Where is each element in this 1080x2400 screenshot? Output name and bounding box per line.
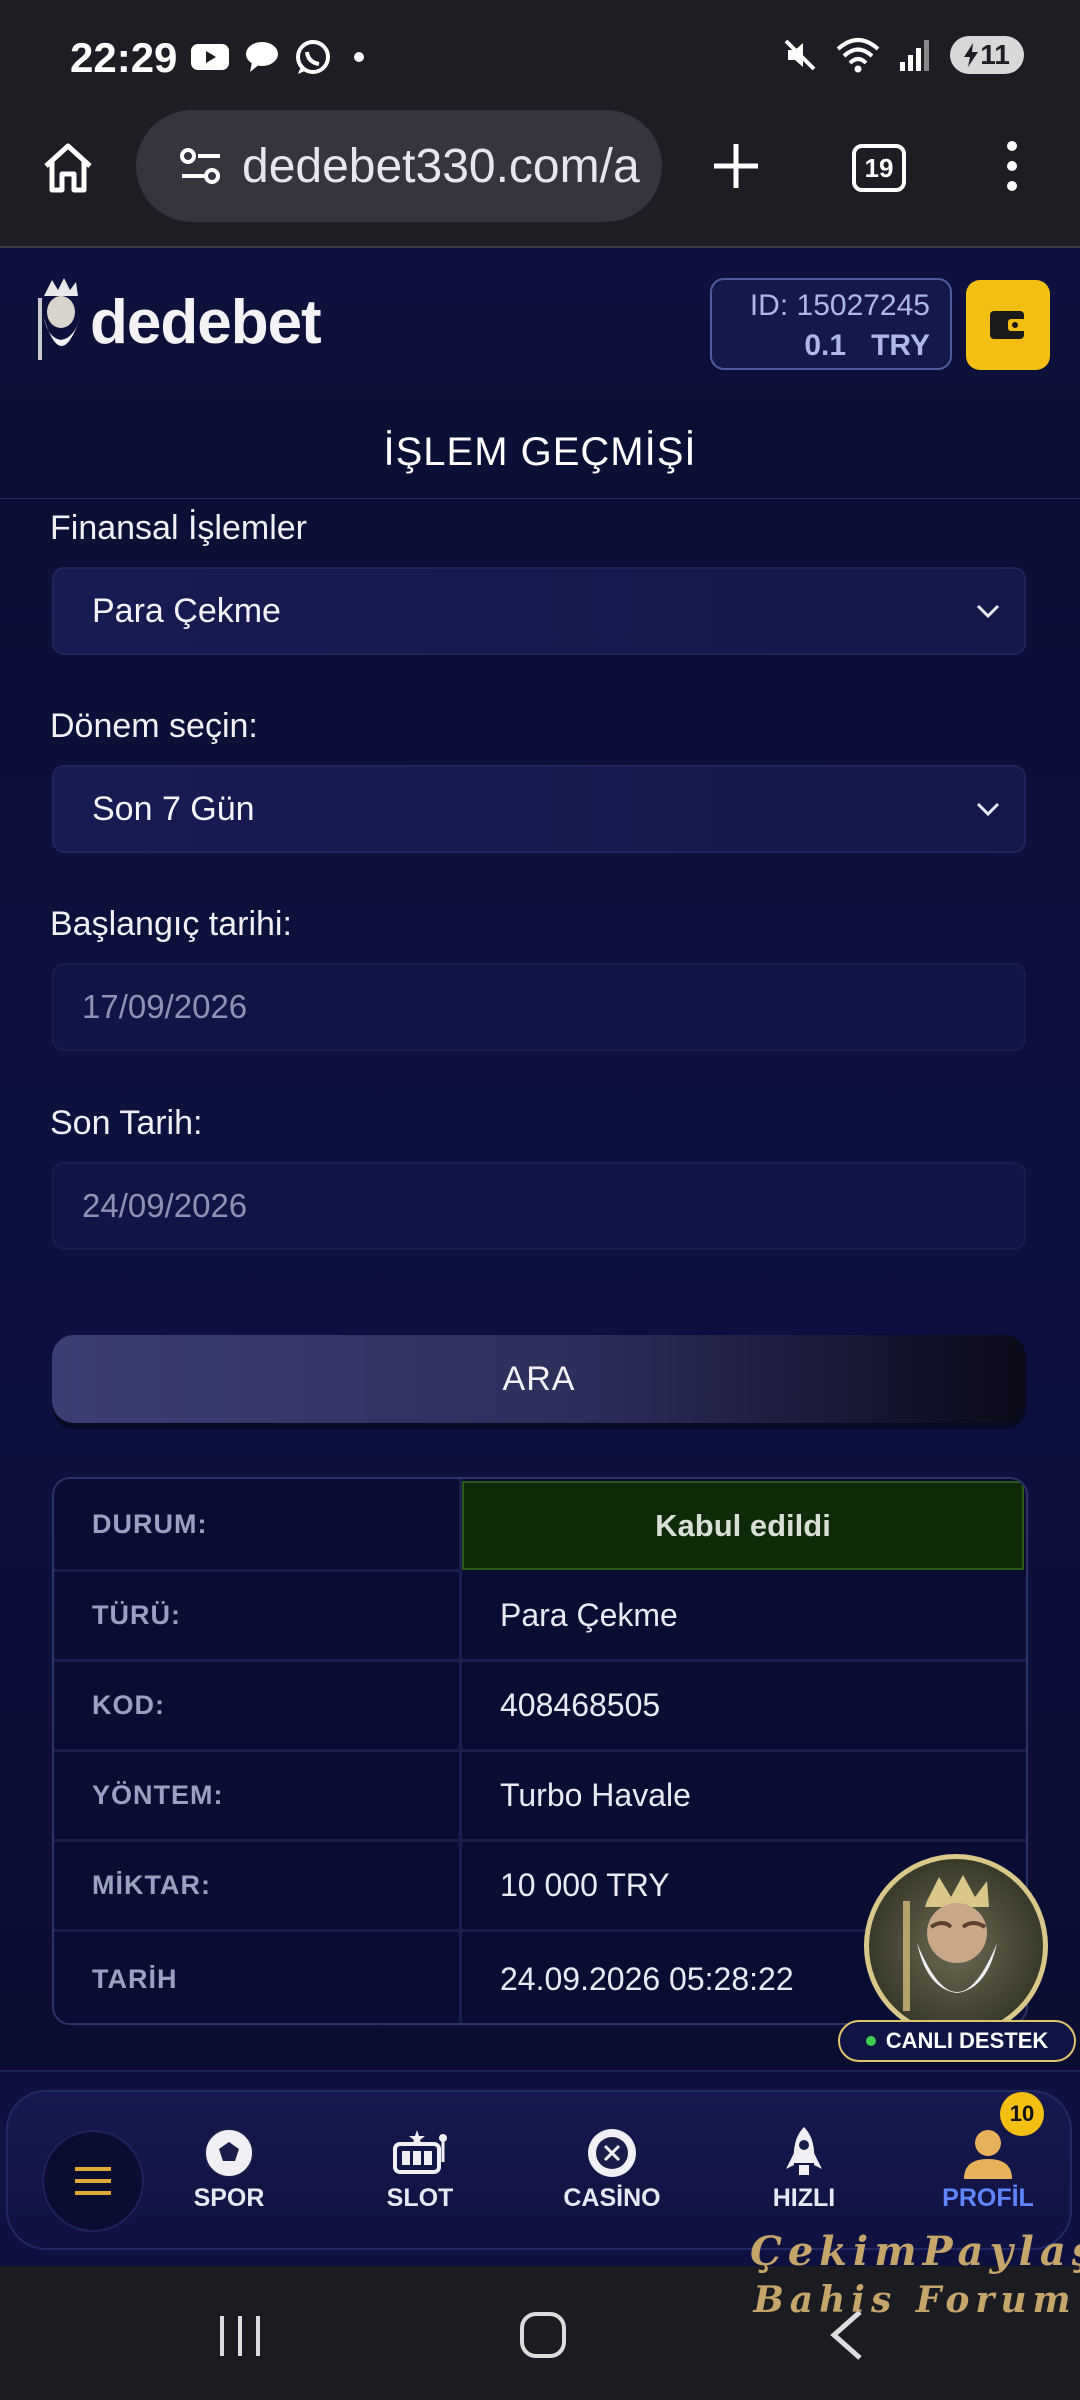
nav-label-sport: SPOR — [193, 2184, 265, 2212]
live-support-label: CANLI DESTEK — [885, 2028, 1049, 2053]
home-button-icon[interactable] — [518, 2310, 568, 2360]
forum-watermark: ÇekimPaylaş Bahis Forum — [750, 2228, 1080, 2324]
roulette-icon — [588, 2129, 636, 2177]
page-title-bar: İŞLEM GEÇMİŞİ — [0, 406, 1080, 499]
end-date-value: 24/09/2026 — [82, 1187, 248, 1224]
wallet-icon — [990, 311, 1026, 339]
address-bar[interactable]: dedebet330.com/a — [136, 110, 662, 222]
user-icon — [964, 2130, 1012, 2179]
nav-item-sport[interactable]: SPOR — [159, 2122, 299, 2213]
method-key: YÖNTEM: — [54, 1752, 462, 1842]
battery-indicator: 11 — [950, 36, 1024, 74]
nav-label-slot: SLOT — [386, 2184, 454, 2212]
balance-currency: TRY — [871, 329, 930, 362]
battery-level: 11 — [980, 39, 1010, 70]
financial-type-select[interactable]: Para Çekme — [52, 567, 1026, 655]
table-row: KOD: 408468505 — [54, 1662, 1026, 1752]
hamburger-icon — [75, 2167, 111, 2195]
youtube-icon — [191, 44, 229, 70]
financial-type-label: Finansal İşlemler — [50, 509, 307, 547]
notification-icons — [190, 38, 364, 76]
whatsapp-icon — [296, 40, 330, 74]
url-text: dedebet330.com/a — [242, 139, 640, 193]
start-date-value: 17/09/2026 — [82, 988, 248, 1025]
zeus-avatar-icon — [903, 1875, 997, 2011]
start-date-label: Başlangıç tarihi: — [50, 905, 292, 943]
type-value: Para Çekme — [462, 1572, 1026, 1662]
transaction-history-form: Finansal İşlemler Para Çekme Dönem seçin… — [0, 499, 1080, 2069]
end-date-field[interactable]: 24/09/2026 — [52, 1162, 1026, 1250]
financial-type-value: Para Çekme — [92, 591, 281, 630]
site-logo[interactable]: dedebet — [36, 278, 322, 366]
start-date-field[interactable]: 17/09/2026 — [52, 963, 1026, 1051]
watermark-line-1: ÇekimPaylaş — [750, 2228, 1080, 2275]
rocket-icon — [786, 2127, 822, 2175]
nav-label-fast: HIZLI — [772, 2184, 836, 2212]
dot-icon — [354, 52, 364, 62]
chat-icon — [246, 42, 278, 72]
period-value: Son 7 Gün — [92, 789, 255, 828]
period-select[interactable]: Son 7 Gün — [52, 765, 1026, 853]
status-badge: Kabul edildi — [462, 1481, 1024, 1570]
nav-item-slot[interactable]: SLOT — [350, 2122, 490, 2213]
site-settings-icon[interactable] — [178, 146, 224, 186]
live-support-badge[interactable]: CANLI DESTEK — [838, 2020, 1076, 2062]
tab-switcher-button[interactable]: 19 — [852, 144, 906, 192]
balance-box[interactable]: ID: 15027245 0.1 TRY — [710, 278, 952, 370]
logo-text: dedebet — [90, 287, 322, 357]
wifi-icon — [836, 38, 880, 73]
end-date-label: Son Tarih: — [50, 1104, 203, 1142]
code-value: 408468505 — [462, 1662, 1026, 1752]
more-options-icon[interactable] — [1000, 140, 1024, 192]
browser-toolbar: dedebet330.com/a 19 — [0, 110, 1080, 248]
new-tab-icon[interactable] — [712, 142, 760, 190]
nav-item-profile[interactable]: PROFİL — [918, 2122, 1058, 2213]
status-bar: 22:29 11 — [0, 0, 1080, 110]
code-key: KOD: — [54, 1662, 462, 1752]
nav-item-fast[interactable]: HIZLI — [734, 2122, 874, 2213]
table-row: TÜRÜ: Para Çekme — [54, 1572, 1026, 1662]
page-title: İŞLEM GEÇMİŞİ — [383, 429, 697, 474]
wallet-button[interactable] — [966, 280, 1050, 370]
online-indicator-icon — [865, 2036, 876, 2046]
date-key: TARİH — [54, 1932, 462, 2023]
status-key: DURUM: — [54, 1479, 462, 1572]
signal-icon — [900, 40, 929, 71]
amount-key: MİKTAR: — [54, 1842, 462, 1932]
chevron-down-icon — [976, 604, 1000, 619]
table-row: DURUM: Kabul edildi — [54, 1479, 1026, 1572]
search-button[interactable]: ARA — [52, 1335, 1026, 1423]
nav-label-casino: CASİNO — [563, 2184, 661, 2212]
balance-amount: 0.1 — [804, 329, 847, 362]
soccer-ball-icon — [204, 2128, 254, 2178]
site-header: dedebet ID: 15027245 0.1 TRY — [0, 248, 1080, 406]
period-label: Dönem seçin: — [50, 707, 258, 745]
watermark-line-2: Bahis Forum — [753, 2279, 1077, 2321]
notification-count-badge: 10 — [1000, 2092, 1044, 2136]
system-icons: 11 — [782, 36, 1024, 74]
charging-icon — [964, 43, 979, 67]
home-icon[interactable] — [40, 140, 96, 196]
mute-icon — [784, 39, 816, 71]
menu-button[interactable] — [42, 2130, 144, 2232]
status-time: 22:29 — [70, 34, 178, 81]
table-row: YÖNTEM: Turbo Havale — [54, 1752, 1026, 1842]
recent-apps-icon[interactable] — [216, 2314, 266, 2358]
user-id: ID: 15027245 — [749, 289, 930, 322]
slot-machine-icon — [393, 2130, 447, 2174]
nav-label-profile: PROFİL — [942, 2184, 1034, 2212]
zeus-logo-icon — [38, 278, 80, 360]
type-key: TÜRÜ: — [54, 1572, 462, 1662]
balance-line: 0.1 TRY — [712, 326, 930, 366]
live-support-button[interactable] — [864, 1854, 1048, 2038]
chevron-down-icon — [976, 802, 1000, 817]
nav-item-casino[interactable]: CASİNO — [542, 2122, 682, 2213]
method-value: Turbo Havale — [462, 1752, 1026, 1842]
